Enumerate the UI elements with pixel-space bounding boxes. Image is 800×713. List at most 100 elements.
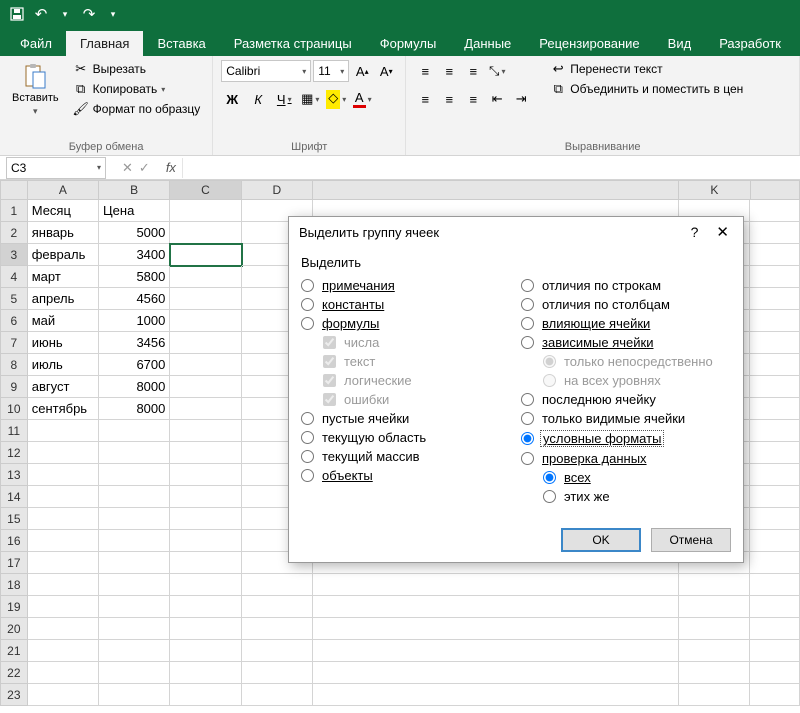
cell[interactable] bbox=[750, 266, 800, 288]
cell[interactable] bbox=[99, 618, 170, 640]
row-header[interactable]: 16 bbox=[0, 530, 28, 552]
row-header[interactable]: 13 bbox=[0, 464, 28, 486]
font-size-select[interactable]: 11▾ bbox=[313, 60, 349, 82]
cell[interactable] bbox=[99, 508, 170, 530]
opt-dependents[interactable]: зависимые ячейки bbox=[521, 333, 731, 352]
cell[interactable] bbox=[750, 530, 800, 552]
tab-home[interactable]: Главная bbox=[66, 31, 143, 56]
cell[interactable] bbox=[679, 684, 750, 706]
row-header[interactable]: 3 bbox=[0, 244, 28, 266]
align-top-icon[interactable]: ≡ bbox=[414, 60, 436, 82]
cell[interactable] bbox=[750, 420, 800, 442]
cancel-button[interactable]: Отмена bbox=[651, 528, 731, 552]
row-header[interactable]: 11 bbox=[0, 420, 28, 442]
cell[interactable] bbox=[313, 640, 679, 662]
cell[interactable] bbox=[170, 376, 241, 398]
cell[interactable] bbox=[242, 618, 313, 640]
col-header-a[interactable]: A bbox=[28, 180, 99, 200]
cell[interactable] bbox=[99, 420, 170, 442]
wrap-text-button[interactable]: ↩Перенести текст bbox=[546, 60, 747, 78]
cell[interactable] bbox=[170, 530, 241, 552]
row-header[interactable]: 15 bbox=[0, 508, 28, 530]
row-header[interactable]: 6 bbox=[0, 310, 28, 332]
opt-same[interactable]: этих же bbox=[521, 487, 731, 506]
opt-comments[interactable]: примечания bbox=[301, 276, 511, 295]
cell[interactable]: март bbox=[28, 266, 99, 288]
cell[interactable]: май bbox=[28, 310, 99, 332]
align-center-icon[interactable]: ≡ bbox=[438, 88, 460, 110]
cell[interactable] bbox=[750, 596, 800, 618]
cell[interactable] bbox=[170, 486, 241, 508]
cell[interactable]: 4560 bbox=[99, 288, 170, 310]
font-name-select[interactable]: Calibri▾ bbox=[221, 60, 311, 82]
align-middle-icon[interactable]: ≡ bbox=[438, 60, 460, 82]
row-header[interactable]: 18 bbox=[0, 574, 28, 596]
cell[interactable] bbox=[750, 486, 800, 508]
cell[interactable] bbox=[750, 244, 800, 266]
cell[interactable]: февраль bbox=[28, 244, 99, 266]
cell[interactable]: 8000 bbox=[99, 398, 170, 420]
cell[interactable] bbox=[170, 200, 241, 222]
col-header-d[interactable]: D bbox=[242, 180, 313, 200]
cell[interactable]: июль bbox=[28, 354, 99, 376]
cell[interactable] bbox=[750, 552, 800, 574]
cell[interactable] bbox=[28, 640, 99, 662]
undo-dropdown-icon[interactable]: ▾ bbox=[54, 3, 76, 25]
row-header[interactable]: 22 bbox=[0, 662, 28, 684]
cell[interactable] bbox=[750, 464, 800, 486]
cell[interactable] bbox=[170, 596, 241, 618]
cell[interactable] bbox=[750, 376, 800, 398]
opt-row-diffs[interactable]: отличия по строкам bbox=[521, 276, 731, 295]
row-header[interactable]: 9 bbox=[0, 376, 28, 398]
tab-view[interactable]: Вид bbox=[654, 31, 706, 56]
indent-increase-icon[interactable]: ⇥ bbox=[510, 88, 532, 110]
cell[interactable]: апрель bbox=[28, 288, 99, 310]
cell[interactable] bbox=[170, 618, 241, 640]
col-header-b[interactable]: B bbox=[99, 180, 170, 200]
tab-file[interactable]: Файл bbox=[6, 31, 66, 56]
cell[interactable] bbox=[99, 464, 170, 486]
row-header[interactable]: 8 bbox=[0, 354, 28, 376]
col-header-gap[interactable] bbox=[313, 180, 679, 200]
cell[interactable]: 6700 bbox=[99, 354, 170, 376]
bold-button[interactable]: Ж bbox=[221, 88, 243, 110]
cell[interactable] bbox=[242, 596, 313, 618]
redo-icon[interactable]: ↷ bbox=[78, 3, 100, 25]
cell[interactable] bbox=[750, 200, 800, 222]
tab-insert[interactable]: Вставка bbox=[143, 31, 219, 56]
cell[interactable] bbox=[28, 420, 99, 442]
cell[interactable]: 3456 bbox=[99, 332, 170, 354]
paste-button[interactable]: Вставить ▾ bbox=[8, 60, 63, 119]
cell[interactable] bbox=[28, 486, 99, 508]
opt-current-region[interactable]: текущую область bbox=[301, 428, 511, 447]
qat-customize-icon[interactable]: ▾ bbox=[102, 3, 124, 25]
undo-icon[interactable]: ↶ bbox=[30, 3, 52, 25]
save-icon[interactable] bbox=[6, 3, 28, 25]
cell[interactable] bbox=[170, 552, 241, 574]
opt-data-validation[interactable]: проверка данных bbox=[521, 449, 731, 468]
cell[interactable] bbox=[679, 640, 750, 662]
cell[interactable] bbox=[750, 640, 800, 662]
cell[interactable]: Месяц bbox=[28, 200, 99, 222]
cut-button[interactable]: ✂Вырезать bbox=[69, 60, 205, 78]
cell[interactable] bbox=[242, 684, 313, 706]
row-header[interactable]: 14 bbox=[0, 486, 28, 508]
cell[interactable] bbox=[242, 640, 313, 662]
cell[interactable] bbox=[750, 310, 800, 332]
row-header[interactable]: 2 bbox=[0, 222, 28, 244]
row-header[interactable]: 23 bbox=[0, 684, 28, 706]
tab-formulas[interactable]: Формулы bbox=[366, 31, 451, 56]
dialog-close-icon[interactable]: ✕ bbox=[712, 223, 733, 241]
cell[interactable] bbox=[28, 552, 99, 574]
cell[interactable] bbox=[28, 684, 99, 706]
cell[interactable] bbox=[99, 530, 170, 552]
opt-formulas[interactable]: формулы bbox=[301, 314, 511, 333]
opt-cond-formats[interactable]: условные форматы bbox=[521, 428, 731, 449]
underline-button[interactable]: Ч bbox=[273, 88, 295, 110]
cell[interactable] bbox=[679, 596, 750, 618]
cell[interactable] bbox=[99, 662, 170, 684]
fx-icon[interactable]: fx bbox=[160, 160, 182, 175]
cell[interactable] bbox=[170, 640, 241, 662]
format-painter-button[interactable]: 🖌Формат по образцу bbox=[69, 100, 205, 118]
cell[interactable] bbox=[99, 596, 170, 618]
